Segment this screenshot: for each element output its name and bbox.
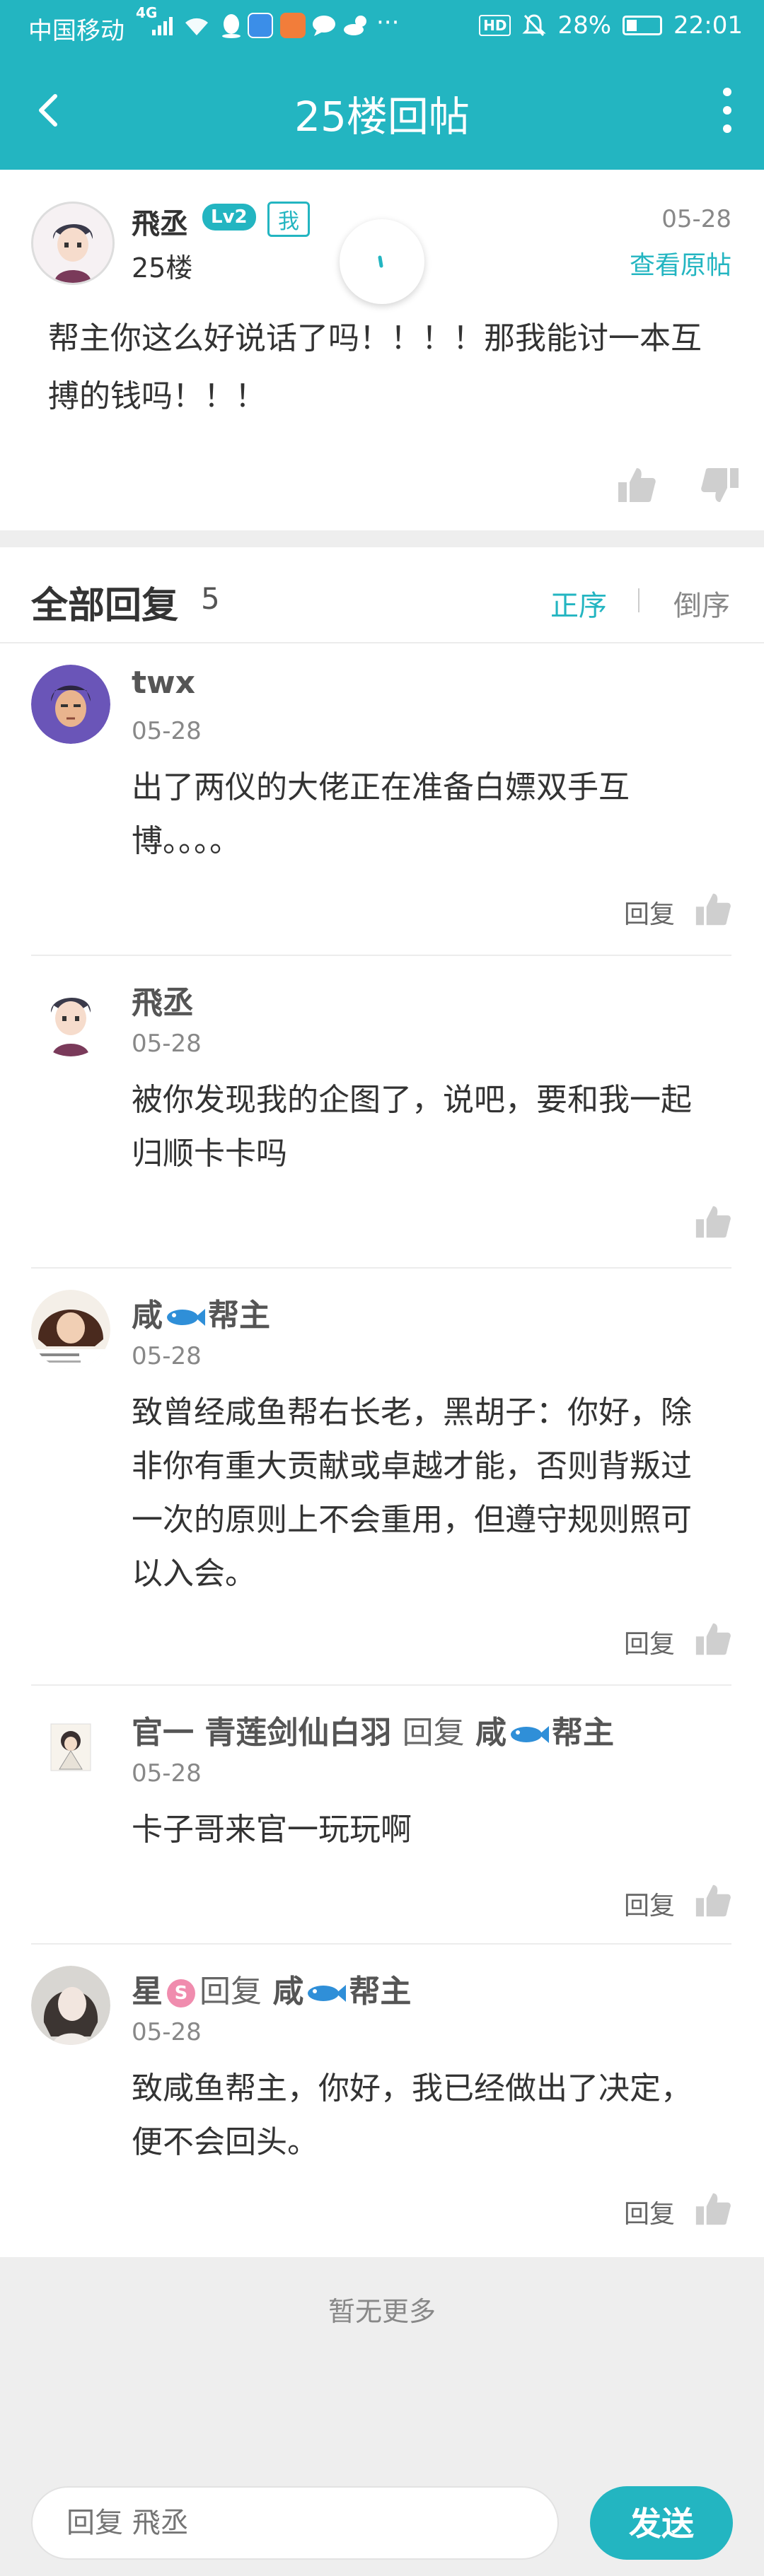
post-date: 05-28	[661, 205, 731, 233]
send-button[interactable]: 发送	[590, 2486, 733, 2560]
like-icon[interactable]	[695, 891, 731, 928]
fish-icon	[510, 1726, 549, 1743]
level-badge: Lv2	[202, 204, 256, 231]
reply-input[interactable]	[31, 2486, 559, 2560]
reply-target-part: 帮主	[349, 1974, 412, 2010]
author-name-part: 咸	[132, 1298, 163, 1334]
reply-item: twx 05-28 出了两仪的大佬正在准备白嫖双手互博。。。。 回复	[31, 643, 731, 956]
qq-icon	[222, 14, 241, 38]
status-right-group: HD 28% 22:01	[479, 11, 743, 40]
avatar[interactable]	[31, 977, 110, 1056]
weather-icon	[344, 16, 366, 35]
reply-content: 致咸鱼帮主，你好，我已经做出了决定，便不会回头。	[132, 2070, 692, 2160]
status-bar: 中国移动 4G ··· HD 28% 22:01	[0, 0, 764, 51]
more-dots-icon: ···	[376, 8, 400, 37]
reply-author-name[interactable]: 咸 帮主	[132, 1290, 270, 1335]
carrier-label: 中国移动	[28, 17, 125, 45]
reply-item: 星 S 回复 咸 帮主 05-28 致咸鱼帮主，你好，我已经做出了决定，便不会回头。…	[31, 1945, 731, 2257]
like-icon[interactable]	[695, 1204, 731, 1240]
reply-item: 咸 帮主 05-28 致曾经咸鱼帮右长老，黑胡子：你好，除非你有重大贡献或卓越才…	[31, 1269, 731, 1686]
battery-icon	[623, 16, 663, 35]
sort-ascending-tab[interactable]: 正序	[550, 583, 607, 624]
wifi-icon	[185, 18, 208, 35]
reply-target-part: 咸	[272, 1974, 304, 2010]
reply-item: 官一 青莲剑仙白羽 回复 咸 帮主 05-28 卡子哥来官一玩玩啊 回复	[31, 1686, 731, 1945]
mute-icon	[522, 14, 547, 37]
reply-date: 05-28	[132, 1342, 202, 1370]
post-author-name[interactable]: 飛丞	[132, 201, 188, 242]
battery-percent: 28%	[557, 11, 612, 40]
page-title: 25楼回帖	[294, 93, 470, 141]
sort-descending-tab[interactable]: 倒序	[673, 583, 730, 624]
signal-icon	[152, 17, 173, 35]
reply-author-name[interactable]: 飛丞	[132, 977, 194, 1022]
avatar[interactable]	[31, 1290, 110, 1369]
more-vertical-icon[interactable]	[719, 88, 736, 133]
replies-header: 全部回复 5 正序 倒序	[0, 547, 764, 643]
loading-spinner	[340, 219, 424, 304]
view-original-link[interactable]: 查看原帖	[630, 245, 731, 281]
avatar[interactable]	[31, 1707, 110, 1786]
original-post: 飛丞 Lv2 我 25楼 05-28 查看原帖 帮主你这么好说话了吗！！！！那我…	[0, 170, 764, 530]
reply-button[interactable]: 回复	[624, 894, 675, 931]
chat-icon	[313, 16, 335, 36]
author-name: 星	[132, 1974, 163, 2010]
me-badge: 我	[267, 202, 310, 237]
thumbs-up-icon[interactable]	[617, 465, 656, 505]
hd-badge: HD	[479, 15, 511, 36]
no-more-text: 暂无更多	[328, 2296, 436, 2327]
reply-date: 05-28	[132, 1030, 202, 1058]
thumbs-down-icon[interactable]	[700, 465, 740, 505]
reply-author-name[interactable]: 星 S 回复 咸 帮主	[132, 1966, 411, 2011]
author-name-part: 帮主	[208, 1298, 270, 1334]
like-icon[interactable]	[695, 1621, 731, 1657]
reply-author-name[interactable]: 官一 青莲剑仙白羽 回复 咸 帮主	[132, 1707, 614, 1752]
reply-content: 卡子哥来官一玩玩啊	[132, 1812, 412, 1848]
replies-count: 5	[201, 581, 220, 616]
sort-divider	[638, 588, 639, 612]
reply-target-part: 帮主	[551, 1715, 614, 1751]
avatar[interactable]	[31, 665, 110, 744]
post-content: 帮主你这么好说话了吗！！！！那我能讨一本互搏的钱吗！！！	[48, 320, 702, 414]
video-icon	[280, 13, 306, 38]
reply-date: 05-28	[132, 2018, 202, 2046]
end-of-list: 暂无更多	[0, 2257, 764, 2469]
reply-date: 05-28	[132, 717, 202, 745]
author-name: 官一 青莲剑仙白羽	[132, 1715, 392, 1751]
reply-to-label: 回复	[199, 1974, 262, 2010]
reply-content: 出了两仪的大佬正在准备白嫖双手互博。。。。	[132, 769, 630, 859]
avatar[interactable]	[31, 1966, 110, 2045]
clock: 22:01	[673, 11, 743, 40]
fish-icon	[167, 1309, 205, 1326]
reply-button[interactable]: 回复	[624, 2193, 675, 2230]
reply-item: 飛丞 05-28 被你发现我的企图了，说吧，要和我一起归顺卡卡吗	[31, 956, 731, 1269]
reply-to-label: 回复	[402, 1715, 465, 1751]
user-badge: S	[167, 1979, 195, 2007]
section-divider	[0, 530, 764, 547]
reply-target-part: 咸	[475, 1715, 507, 1751]
reply-content: 致曾经咸鱼帮右长老，黑胡子：你好，除非你有重大贡献或卓越才能，否则背叛过一次的原…	[132, 1394, 692, 1592]
app-icon	[248, 13, 273, 38]
reply-content: 被你发现我的企图了，说吧，要和我一起归顺卡卡吗	[132, 1082, 692, 1172]
reply-button[interactable]: 回复	[624, 1885, 675, 1922]
fish-icon	[308, 1985, 347, 2002]
top-app-bar: 25楼回帖	[0, 51, 764, 170]
reply-date: 05-28	[132, 1759, 202, 1788]
like-icon[interactable]	[695, 2191, 731, 2227]
reply-compose-bar: 发送	[0, 2469, 764, 2576]
reply-author-name[interactable]: twx	[132, 665, 195, 701]
floor-number: 25楼	[132, 252, 193, 284]
replies-title: 全部回复	[31, 585, 179, 627]
reply-button[interactable]: 回复	[624, 1624, 675, 1660]
avatar[interactable]	[31, 202, 115, 285]
like-icon[interactable]	[695, 1882, 731, 1919]
